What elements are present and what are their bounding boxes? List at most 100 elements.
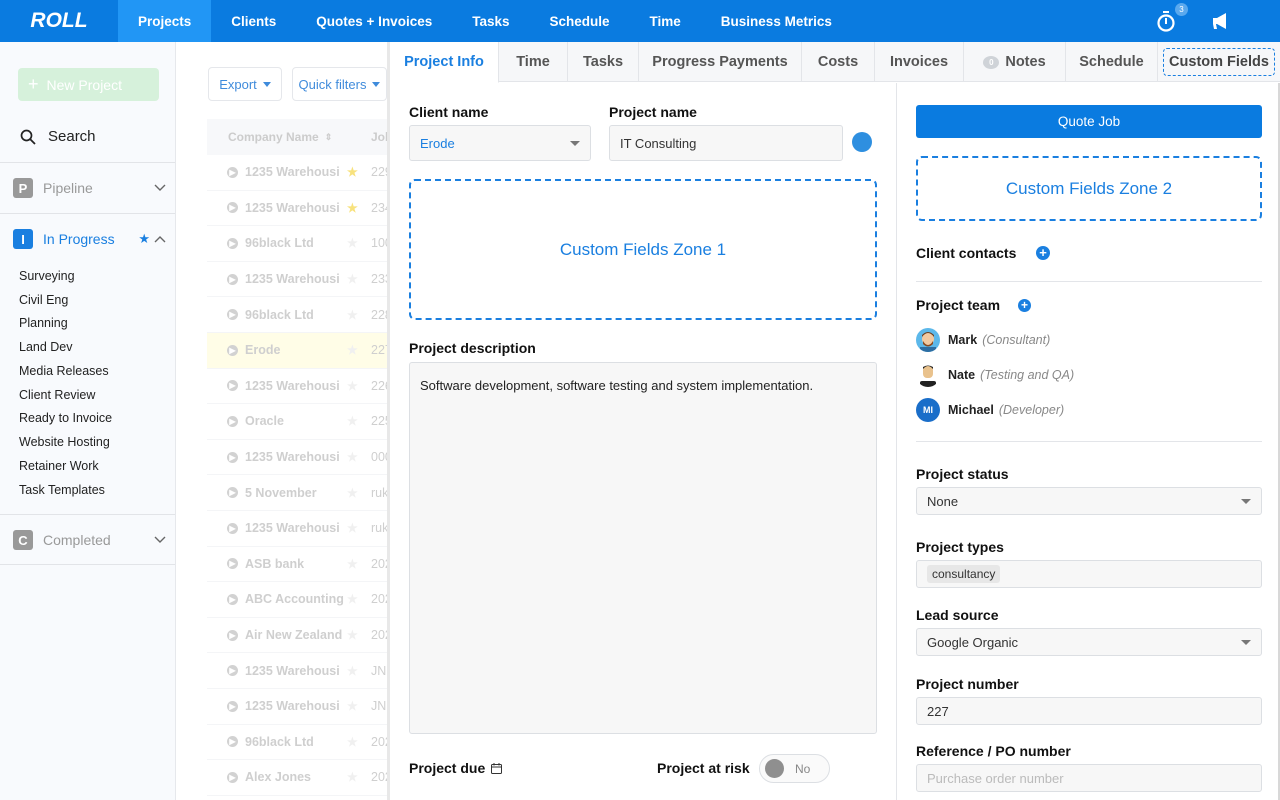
table-row[interactable]: ▶ 1235 Warehousi ★ JN	[207, 653, 390, 689]
column-company-name[interactable]: Company Name	[228, 130, 319, 144]
tab-time[interactable]: Time	[499, 42, 568, 82]
team-member[interactable]: MI Michael (Developer)	[916, 398, 1064, 422]
lead-source-select[interactable]: Google Organic	[916, 628, 1262, 656]
table-row[interactable]: ▶ Alex Jones ★ 202	[207, 760, 390, 796]
star-icon[interactable]: ★	[347, 699, 358, 713]
table-row[interactable]: ▶ 96black Ltd ★ 100	[207, 226, 390, 262]
sidebar-item-client-review[interactable]: Client Review	[19, 383, 112, 407]
sidebar-item-media-releases[interactable]: Media Releases	[19, 359, 112, 383]
table-row[interactable]: ▶ 1235 Warehousi ★ 234	[207, 191, 390, 227]
star-icon[interactable]: ★	[347, 379, 358, 393]
team-member[interactable]: Mark (Consultant)	[916, 328, 1050, 352]
arrow-circle-icon[interactable]: ▶	[227, 771, 238, 783]
add-team-member-button[interactable]: +	[1018, 299, 1031, 312]
tab-project-info[interactable]: Project Info	[390, 42, 499, 83]
sidebar-item-website-hosting[interactable]: Website Hosting	[19, 430, 112, 454]
nav-business-metrics[interactable]: Business Metrics	[701, 0, 852, 42]
star-icon[interactable]: ★	[347, 486, 358, 500]
custom-fields-zone-1[interactable]: Custom Fields Zone 1	[409, 179, 877, 320]
table-row[interactable]: ▶ 1235 Warehousi ★ ruk	[207, 511, 390, 547]
project-type-chip[interactable]: consultancy	[927, 565, 1001, 583]
table-row[interactable]: ▶ Air New Zealand ★ 202	[207, 618, 390, 654]
chevron-down-icon[interactable]	[154, 536, 166, 544]
arrow-circle-icon[interactable]: ▶	[227, 237, 238, 249]
star-icon[interactable]: ★	[347, 201, 358, 215]
sidebar-item-land-dev[interactable]: Land Dev	[19, 335, 112, 359]
sidebar-item-surveying[interactable]: Surveying	[19, 264, 112, 288]
table-row[interactable]: ▶ Oracle ★ 225	[207, 404, 390, 440]
nav-projects[interactable]: Projects	[118, 0, 212, 42]
custom-fields-zone-2[interactable]: Custom Fields Zone 2	[916, 156, 1262, 221]
arrow-circle-icon[interactable]: ▶	[227, 273, 238, 285]
arrow-circle-icon[interactable]: ▶	[227, 665, 238, 677]
chevron-up-icon[interactable]	[154, 235, 166, 243]
project-number-input[interactable]: 227	[916, 697, 1262, 725]
arrow-circle-icon[interactable]: ▶	[227, 380, 238, 392]
star-icon[interactable]: ★	[347, 450, 358, 464]
arrow-circle-icon[interactable]: ▶	[227, 166, 238, 178]
project-color-picker[interactable]	[852, 132, 872, 152]
project-due-field[interactable]: Project due	[409, 760, 503, 776]
table-row[interactable]: ▶ ASB bank ★ 202	[207, 547, 390, 583]
sort-icon[interactable]: ⇕	[325, 132, 333, 143]
new-project-button[interactable]: + New Project	[18, 68, 159, 101]
table-row[interactable]: ▶ ABC Accounting ★ 202	[207, 582, 390, 618]
stopwatch-icon[interactable]: 3	[1154, 3, 1188, 33]
star-icon[interactable]: ★	[347, 735, 358, 749]
project-types-input[interactable]: consultancy	[916, 560, 1262, 588]
star-icon[interactable]: ★	[347, 343, 358, 357]
nav-time[interactable]: Time	[630, 0, 701, 42]
table-row[interactable]: ▶ Erode ★ 227	[207, 332, 390, 369]
star-icon[interactable]: ★	[347, 592, 358, 606]
quick-filters-button[interactable]: Quick filters	[292, 67, 387, 101]
project-name-input[interactable]: IT Consulting	[609, 125, 843, 161]
quote-job-button[interactable]: Quote Job	[916, 105, 1262, 138]
tab-custom-fields[interactable]: Custom Fields	[1158, 42, 1280, 82]
star-icon[interactable]: ★	[347, 236, 358, 250]
sidebar-group-in-progress[interactable]: I In Progress ★	[13, 228, 168, 250]
star-icon[interactable]: ★	[347, 272, 358, 286]
project-at-risk-toggle[interactable]: No	[759, 754, 830, 783]
client-name-select[interactable]: Erode	[409, 125, 591, 161]
sidebar-item-ready-to-invoice[interactable]: Ready to Invoice	[19, 407, 112, 431]
nav-quotes-invoices[interactable]: Quotes + Invoices	[296, 0, 452, 42]
reference-po-input[interactable]: Purchase order number	[916, 764, 1262, 792]
star-icon[interactable]: ★	[138, 231, 150, 247]
star-icon[interactable]: ★	[347, 664, 358, 678]
table-row[interactable]: ▶ 5 November ★ ruk	[207, 475, 390, 511]
sidebar-item-retainer-work[interactable]: Retainer Work	[19, 454, 112, 478]
add-client-contact-button[interactable]: +	[1036, 246, 1050, 260]
export-button[interactable]: Export	[208, 67, 282, 101]
arrow-circle-icon[interactable]: ▶	[227, 451, 238, 463]
project-description-textarea[interactable]: Software development, software testing a…	[409, 362, 877, 734]
table-row[interactable]: ▶ 1235 Warehousi ★ 000	[207, 440, 390, 476]
star-icon[interactable]: ★	[347, 628, 358, 642]
star-icon[interactable]: ★	[347, 308, 358, 322]
table-row[interactable]: ▶ 1235 Warehousi ★ 226	[207, 369, 390, 405]
table-row[interactable]: ▶ 1235 Warehousi ★ 233	[207, 262, 390, 298]
project-status-select[interactable]: None	[916, 487, 1262, 515]
nav-clients[interactable]: Clients	[211, 0, 296, 42]
arrow-circle-icon[interactable]: ▶	[227, 415, 238, 427]
sidebar-group-pipeline[interactable]: P Pipeline	[13, 177, 168, 199]
star-icon[interactable]: ★	[347, 557, 358, 571]
star-icon[interactable]: ★	[347, 770, 358, 784]
table-row[interactable]: ▶ 1235 Warehousi ★ JN	[207, 689, 390, 725]
roll-logo[interactable]: ROLL	[0, 0, 118, 42]
megaphone-icon[interactable]	[1210, 10, 1232, 32]
table-row[interactable]: ▶ 96black Ltd ★ 202	[207, 725, 390, 761]
tab-progress-payments[interactable]: Progress Payments	[639, 42, 802, 82]
star-icon[interactable]: ★	[347, 521, 358, 535]
calendar-icon[interactable]	[491, 762, 503, 774]
table-row[interactable]: ▶ 96black Ltd ★ 228	[207, 297, 390, 333]
team-member[interactable]: Nate (Testing and QA)	[916, 363, 1074, 387]
nav-tasks[interactable]: Tasks	[452, 0, 529, 42]
arrow-circle-icon[interactable]: ▶	[227, 736, 238, 748]
arrow-circle-icon[interactable]: ▶	[227, 522, 238, 534]
tab-notes[interactable]: 0 Notes	[964, 42, 1066, 82]
arrow-circle-icon[interactable]: ▶	[227, 629, 238, 641]
arrow-circle-icon[interactable]: ▶	[227, 309, 238, 321]
star-icon[interactable]: ★	[347, 414, 358, 428]
arrow-circle-icon[interactable]: ▶	[227, 593, 238, 605]
table-row[interactable]: ▶ 1235 Warehousi ★ 229	[207, 155, 390, 191]
